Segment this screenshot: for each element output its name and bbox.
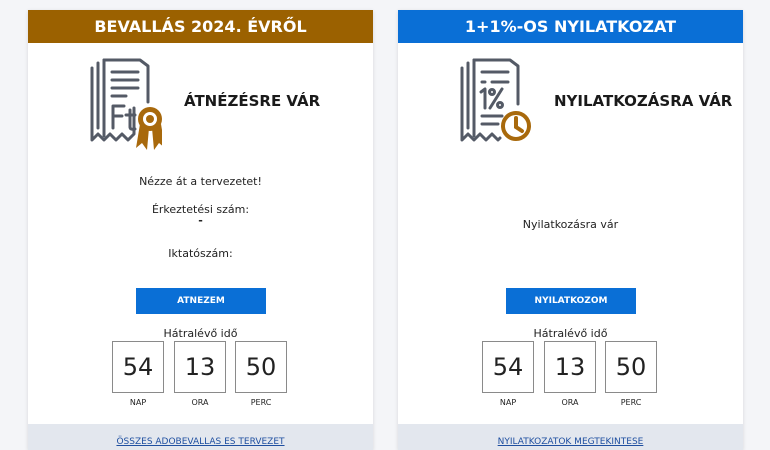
countdown-days-label: NAP: [129, 398, 147, 407]
countdown-minutes-label: PERC: [620, 398, 642, 407]
view-declarations-link[interactable]: NYILATKOZATOK MEGTEKINTESE: [398, 437, 743, 447]
tax-return-status: ÁTNÉZÉSRE VÁR: [184, 92, 321, 110]
countdown-minutes-value: 50: [235, 341, 287, 393]
countdown-minutes-label: PERC: [250, 398, 272, 407]
tax-return-card: BEVALLÁS 2024. ÉVRŐL ÁTNÉZÉSRE VÁR Nézze…: [28, 10, 373, 450]
percent-document-clock-icon: [460, 58, 531, 142]
remaining-time-label: Hátralévő idő: [533, 327, 608, 340]
countdown-minutes-value: 50: [605, 341, 657, 393]
countdown-timer: 54 13 50: [482, 341, 660, 393]
countdown-days-value: 54: [482, 341, 534, 393]
remaining-time-label: Hátralévő idő: [163, 327, 238, 340]
declaration-card-footer: NYILATKOZATOK MEGTEKINTESE: [398, 424, 743, 450]
declaration-card: 1+1%-OS NYILATKOZAT NYILATKOZÁSRA VÁR Ny…: [398, 10, 743, 450]
tax-return-card-header: BEVALLÁS 2024. ÉVRŐL: [28, 10, 373, 43]
review-button[interactable]: ATNEZEM: [136, 288, 266, 314]
countdown-hours-label: ORA: [561, 398, 579, 407]
tax-document-forint-medal-icon: [90, 58, 162, 150]
all-tax-returns-link[interactable]: ÖSSZES ADOBEVALLAS ES TERVEZET: [28, 437, 373, 447]
declaration-status: NYILATKOZÁSRA VÁR: [554, 92, 733, 110]
countdown-days-label: NAP: [499, 398, 517, 407]
countdown-hours-value: 13: [544, 341, 596, 393]
countdown-timer: 54 13 50: [112, 341, 290, 393]
arrival-number-value: -: [198, 214, 203, 227]
countdown-days-value: 54: [112, 341, 164, 393]
declaration-card-header: 1+1%-OS NYILATKOZAT: [398, 10, 743, 43]
countdown-hours-value: 13: [174, 341, 226, 393]
filing-number-label: Iktatószám:: [168, 247, 233, 260]
tax-return-card-footer: ÖSSZES ADOBEVALLAS ES TERVEZET: [28, 424, 373, 450]
awaiting-declaration-message: Nyilatkozásra vár: [522, 218, 619, 231]
declare-button[interactable]: NYILATKOZOM: [506, 288, 636, 314]
review-draft-message: Nézze át a tervezetet!: [139, 175, 262, 188]
countdown-hours-label: ORA: [191, 398, 209, 407]
